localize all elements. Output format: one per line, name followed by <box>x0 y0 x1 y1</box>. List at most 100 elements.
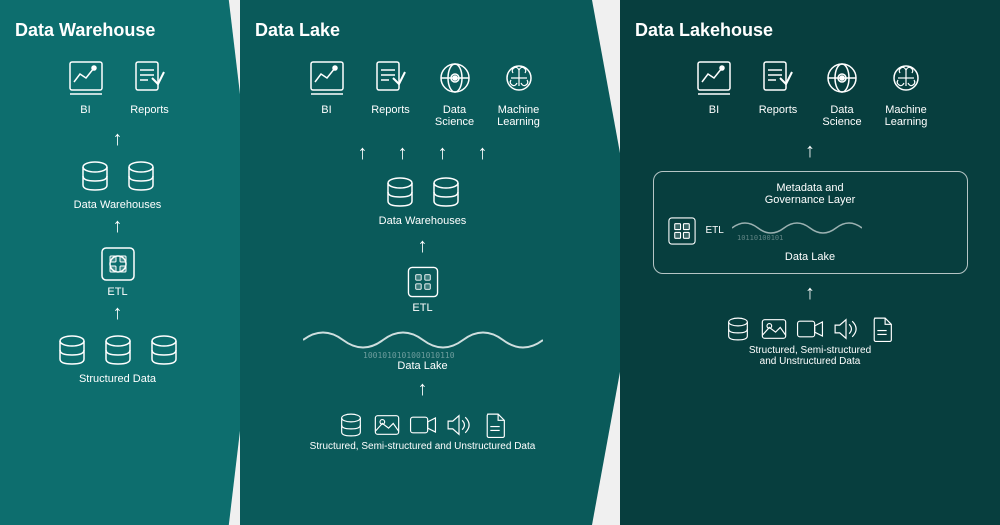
lake-arrow-2: ↑ <box>398 142 408 165</box>
lake-reports-icon <box>371 58 411 98</box>
lakehouse-file-icon <box>868 315 896 343</box>
warehouse-icons-row: BI Reports <box>64 56 172 116</box>
lake-bi-label: BI <box>321 104 331 116</box>
lakehouse-structured-db-icon <box>724 315 752 343</box>
lake-bi-chart-icon <box>307 58 347 98</box>
warehouse-etl-icon <box>96 242 140 286</box>
warehouse-bi-label: BI <box>80 104 90 116</box>
lake-dw-icon-2 <box>428 175 464 211</box>
lake-arrow-3: ↑ <box>438 142 448 165</box>
lakehouse-bi-label: BI <box>709 104 719 116</box>
lakehouse-datascience-icon-box <box>820 56 864 100</box>
warehouse-reports-label: Reports <box>130 104 169 116</box>
warehouse-etl-label: ETL <box>107 286 127 298</box>
lake-datascience-globe-icon <box>435 58 475 98</box>
lakehouse-datascience-label: Data Science <box>822 104 861 128</box>
lake-file-icon <box>481 411 509 439</box>
warehouse-bi-item: BI <box>64 56 108 116</box>
warehouse-reports-icon-box <box>128 56 172 100</box>
lake-ml-brain-icon <box>499 58 539 98</box>
warehouse-arrow-2: ↑ <box>113 215 123 238</box>
lakehouse-bi-chart-icon <box>694 58 734 98</box>
lake-reports-icon-box <box>369 56 413 100</box>
lakehouse-datascience-item: Data Science <box>820 56 864 128</box>
lakehouse-bottom-label: Structured, Semi-structured and Unstruct… <box>749 345 871 367</box>
lake-audio-icon <box>445 411 473 439</box>
lake-wave-svg: 1001010101001010110 <box>303 320 543 360</box>
lakehouse-arrow-2: ↑ <box>805 282 815 305</box>
bi-chart-icon <box>66 58 106 98</box>
lakehouse-reports-label: Reports <box>759 104 798 116</box>
warehouse-dw-label: Data Warehouses <box>74 199 162 211</box>
lakehouse-reports-item: Reports <box>756 56 800 128</box>
warehouse-db-icon-1 <box>77 159 113 195</box>
lake-etl-container: ↑ ETL <box>403 231 443 314</box>
svg-text:1001010101001010110: 1001010101001010110 <box>363 351 455 360</box>
lake-datascience-item: Data Science <box>433 56 477 128</box>
lake-datascience-icon-box <box>433 56 477 100</box>
lake-ml-label: Machine Learning <box>497 104 540 128</box>
lake-bi-item: BI <box>305 56 349 128</box>
lake-icons-row: BI Reports <box>305 56 541 128</box>
lake-reports-item: Reports <box>369 56 413 128</box>
lake-ml-icon-box <box>497 56 541 100</box>
lake-structured-db-icon <box>337 411 365 439</box>
lake-etl-label: ETL <box>412 302 432 314</box>
lakehouse-ml-item: Machine Learning <box>884 56 928 128</box>
lake-image-icon <box>373 411 401 439</box>
lakehouse-bi-item: BI <box>692 56 736 128</box>
lakehouse-ml-icon-box <box>884 56 928 100</box>
section-lake: Data Lake BI <box>240 0 640 525</box>
warehouse-arrow-3: ↑ <box>113 302 123 325</box>
lakehouse-reports-icon-box <box>756 56 800 100</box>
main-container: Data Warehouse BI <box>0 0 1000 525</box>
lake-video-icon <box>409 411 437 439</box>
lakehouse-arrow-1: ↑ <box>805 140 815 163</box>
lakehouse-wave-inline: 10110100101 <box>732 214 955 247</box>
warehouse-reports-item: Reports <box>128 56 172 116</box>
lakehouse-bi-icon-box <box>692 56 736 100</box>
lake-bottom-label: Structured, Semi-structured and Unstruct… <box>310 441 536 452</box>
lakehouse-video-icon <box>796 315 824 343</box>
lakehouse-title: Data Lakehouse <box>635 20 773 41</box>
lake-etl-arrow: ↑ <box>418 235 428 258</box>
warehouse-db-group <box>77 159 159 195</box>
lakehouse-governance-box: Metadata and Governance Layer ETL 101101… <box>653 171 968 274</box>
lake-dw-icon-1 <box>382 175 418 211</box>
warehouse-structured-icon-2 <box>100 333 136 369</box>
lake-dw-group <box>382 175 464 211</box>
lake-lake-label: Data Lake <box>255 360 590 372</box>
warehouse-bi-icon-box <box>64 56 108 100</box>
lakehouse-ml-label: Machine Learning <box>885 104 928 128</box>
lakehouse-datascience-globe-icon <box>822 58 862 98</box>
warehouse-title: Data Warehouse <box>15 20 155 41</box>
lakehouse-governance-inner: ETL 10110100101 <box>666 214 955 247</box>
lake-etl-icon <box>403 262 443 302</box>
warehouse-db-icon-2 <box>123 159 159 195</box>
lake-arrow-1: ↑ <box>358 142 368 165</box>
lake-etl-row: ↑ ETL <box>403 231 443 314</box>
lake-dw-label: Data Warehouses <box>379 215 467 227</box>
lakehouse-reports-icon <box>758 58 798 98</box>
lakehouse-wave-svg: 10110100101 <box>732 214 862 242</box>
lake-bi-icon-box <box>305 56 349 100</box>
lakehouse-image-icon <box>760 315 788 343</box>
lakehouse-bottom-icons <box>724 315 896 343</box>
lake-bottom-arrow: ↑ <box>418 378 428 401</box>
section-warehouse: Data Warehouse BI <box>0 0 260 525</box>
lakehouse-etl-icon <box>666 215 698 247</box>
lakehouse-lake-label: Data Lake <box>666 251 955 263</box>
lakehouse-ml-brain-icon <box>886 58 926 98</box>
lake-ml-item: Machine Learning <box>497 56 541 128</box>
svg-text:10110100101: 10110100101 <box>737 234 783 242</box>
lake-title: Data Lake <box>255 20 340 41</box>
lake-arrows-multi: ↑ ↑ ↑ ↑ <box>358 138 488 169</box>
lake-wave-section: 1001010101001010110 Data Lake <box>255 320 590 372</box>
warehouse-structured-icon-3 <box>146 333 182 369</box>
lakehouse-audio-icon <box>832 315 860 343</box>
reports-doc-icon <box>130 58 170 98</box>
warehouse-bottom-icons <box>54 333 182 369</box>
lakehouse-governance-label: Metadata and Governance Layer <box>666 182 955 206</box>
warehouse-arrow-1: ↑ <box>113 128 123 151</box>
lakehouse-icons-row: BI Reports <box>692 56 928 128</box>
